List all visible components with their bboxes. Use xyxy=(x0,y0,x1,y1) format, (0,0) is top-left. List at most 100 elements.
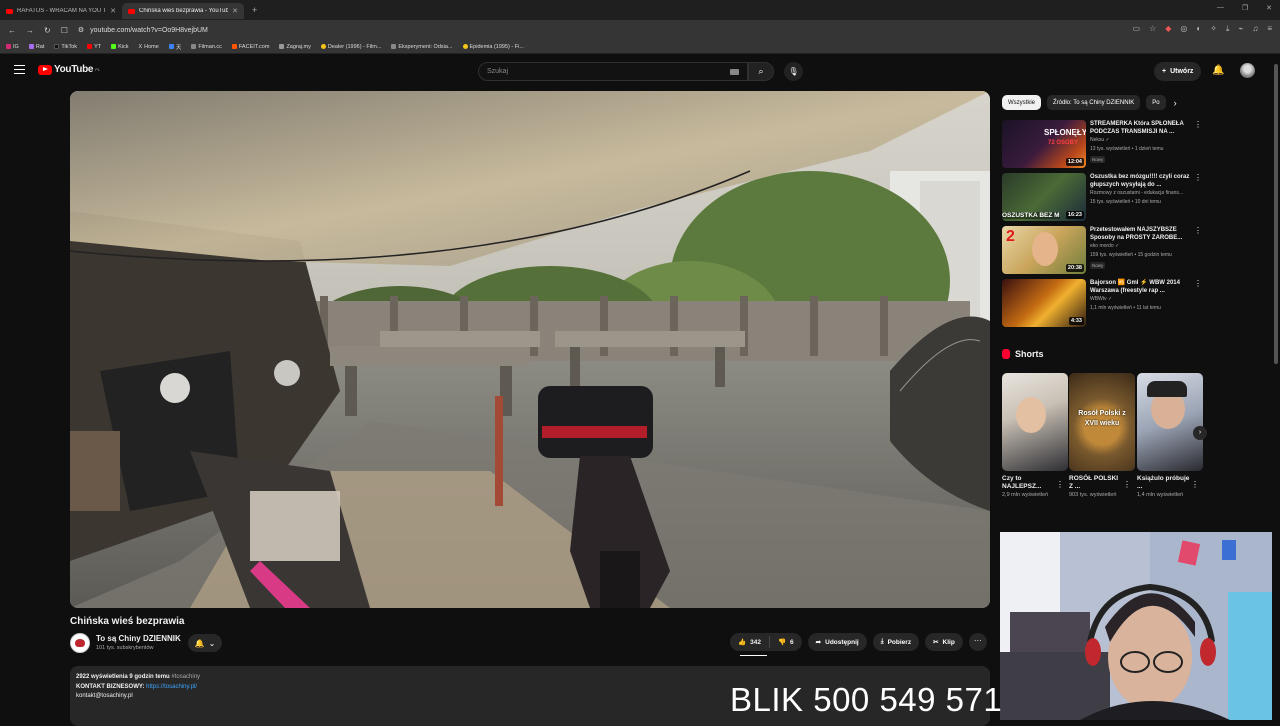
chevron-right-icon[interactable]: › xyxy=(1174,98,1177,108)
bookmark-item[interactable]: IG xyxy=(6,44,19,50)
bookmark-item[interactable]: YT xyxy=(87,44,101,50)
menu-icon[interactable]: ≡ xyxy=(1267,24,1272,34)
hamburger-menu-icon[interactable] xyxy=(14,65,25,74)
hashtag-link[interactable]: #tosachiny xyxy=(171,674,200,680)
youtube-logo[interactable]: YouTube PL xyxy=(38,64,100,75)
chip-source[interactable]: Źródło: To są Chiny DZIENNIK xyxy=(1047,95,1141,110)
share-button[interactable]: ➦ Udostępnij xyxy=(807,633,867,651)
search-icon: ⌕ xyxy=(758,66,764,76)
channel-name[interactable]: To są Chiny DZIENNIK xyxy=(96,634,181,643)
recommendation-item[interactable]: 2 20:38 Przetestowałem NAJSZYBSZE Sposob… xyxy=(1002,226,1202,274)
star-icon[interactable]: ☆ xyxy=(1149,24,1156,34)
youtube-header: YouTube PL Szukaj ⌕ 🎙 + Utwórz 🔔 xyxy=(0,56,1280,88)
minimize-icon[interactable]: — xyxy=(1217,4,1224,12)
website-link[interactable]: https://tosachiny.pl/ xyxy=(146,684,197,690)
bookmark-item[interactable]: Zagraj.my xyxy=(279,44,311,50)
create-button[interactable]: + Utwórz xyxy=(1154,62,1202,81)
short-item[interactable]: Czy to NAJLEPSZ... 2,9 mln wyświetleń ⋮ xyxy=(1002,373,1068,499)
site-icon xyxy=(391,44,397,49)
shorts-next-button[interactable]: › xyxy=(1193,426,1207,440)
site-info-icon[interactable]: ⚙ xyxy=(78,26,84,34)
puzzle-icon[interactable]: ✧ xyxy=(1210,24,1217,34)
more-actions-button[interactable]: ··· xyxy=(968,633,987,651)
cast-icon[interactable]: ▭ xyxy=(1133,24,1141,34)
more-options-icon[interactable]: ⋮ xyxy=(1123,480,1131,489)
bookmark-item[interactable]: 天 xyxy=(168,43,181,51)
link-icon[interactable]: ⌁ xyxy=(1239,24,1244,34)
download-icon[interactable]: ⤓ xyxy=(1226,24,1230,34)
playlist-icon[interactable]: ♫ xyxy=(1252,24,1258,34)
chip-related[interactable]: Po xyxy=(1146,95,1166,110)
more-options-icon[interactable]: ⋮ xyxy=(1194,173,1202,182)
recommendation-item[interactable]: SPŁONĘŁY 72 OSOBY 12:04 STREAMERKA Która… xyxy=(1002,120,1202,168)
thumbnail-text: OSZUSTKA BEZ M xyxy=(1002,212,1060,219)
plus-icon: + xyxy=(1162,68,1167,75)
channel-avatar[interactable] xyxy=(70,633,90,653)
search-button[interactable]: ⌕ xyxy=(748,62,774,81)
download-button[interactable]: ⤓ Pobierz xyxy=(872,633,920,651)
shorts-icon xyxy=(1002,349,1010,359)
back-icon[interactable]: ← xyxy=(8,26,16,35)
bookmark-page-icon[interactable]: ☐ xyxy=(61,26,68,35)
video-player[interactable] xyxy=(70,91,990,608)
close-tab-icon[interactable]: ✕ xyxy=(110,7,116,15)
thumbnail-text: 2 xyxy=(1006,228,1015,245)
bookmark-item[interactable]: FACEIT.com xyxy=(231,44,269,50)
account-avatar[interactable] xyxy=(1240,63,1255,78)
faceit-icon xyxy=(231,44,237,49)
recommendation-item[interactable]: OSZUSTKA BEZ M 16:23 Oszustka bez mózgu!… xyxy=(1002,173,1202,221)
youtube-icon xyxy=(87,44,93,49)
recommendation-item[interactable]: 4:33 Bajorson 🆚 Gml ⚡ WBW 2014 Warszawa … xyxy=(1002,279,1202,327)
new-tab-icon[interactable]: + xyxy=(252,5,257,15)
extension-icon[interactable]: ◐ xyxy=(1196,24,1201,34)
browser-tab-2[interactable]: Chińska wieś bezprawia - YouTube ✕ xyxy=(122,3,244,19)
close-tab-icon[interactable]: ✕ xyxy=(232,7,238,15)
subscriber-count: 101 tys. subskrybentów xyxy=(96,645,154,651)
like-dislike-group: 👍 342 👎 6 xyxy=(730,633,802,651)
voice-search-button[interactable]: 🎙 xyxy=(784,62,803,81)
page-scrollbar[interactable] xyxy=(1272,56,1280,532)
video-thumbnail: OSZUSTKA BEZ M 16:23 xyxy=(1002,173,1086,221)
more-options-icon[interactable]: ⋮ xyxy=(1191,480,1199,489)
more-options-icon[interactable]: ⋮ xyxy=(1194,279,1202,288)
close-window-icon[interactable]: ✕ xyxy=(1266,4,1272,12)
brave-shield-icon[interactable]: ◆ xyxy=(1165,24,1171,34)
like-button[interactable]: 👍 342 xyxy=(730,633,769,651)
dislike-button[interactable]: 👎 6 xyxy=(770,633,802,651)
short-item[interactable]: Rosół Polski z XVII wieku ROSÓŁ POLSKI Z… xyxy=(1069,373,1135,499)
bookmark-item[interactable]: Dealer (1996) - Film... xyxy=(320,44,381,50)
more-options-icon[interactable]: ⋮ xyxy=(1194,120,1202,129)
maximize-icon[interactable]: ❐ xyxy=(1242,4,1248,12)
subscription-bell-button[interactable]: 🔔 ⌄ xyxy=(188,634,222,652)
zagraj-icon xyxy=(279,44,285,49)
bookmark-item[interactable]: TikTok xyxy=(54,44,77,50)
keyboard-icon[interactable] xyxy=(730,69,739,75)
recommendation-meta: 1,1 mln wyświetleń • 11 lat temu xyxy=(1090,305,1161,311)
more-options-icon[interactable]: ⋮ xyxy=(1194,226,1202,235)
scrollbar-thumb[interactable] xyxy=(1274,64,1278,364)
thumbnail-text: Rosół Polski z XVII wieku xyxy=(1078,410,1126,427)
bookmark-item[interactable]: Eksperyment: Odsia... xyxy=(391,44,453,50)
forward-icon[interactable]: → xyxy=(26,26,34,35)
extension-icon[interactable]: ◎ xyxy=(1180,24,1187,34)
bookmark-item[interactable]: Rat xyxy=(28,44,44,50)
clip-button[interactable]: ✂ Klip xyxy=(925,633,963,651)
notifications-bell-icon[interactable]: 🔔 xyxy=(1212,65,1224,76)
chip-all[interactable]: Wszystkie xyxy=(1002,95,1041,110)
browser-tab-1[interactable]: RAFATUS - WRACAM NA YOU TUBE ✕ xyxy=(0,3,122,19)
face-image xyxy=(1016,397,1046,433)
reload-icon[interactable]: ↻ xyxy=(44,26,51,35)
imdb-icon xyxy=(320,44,326,49)
url-field[interactable]: youtube.com/watch?v=Oo9H8vejbUM xyxy=(90,27,208,34)
search-input[interactable]: Szukaj xyxy=(478,62,748,81)
bookmark-item[interactable]: Epidemia (1995) - Fi... xyxy=(462,44,524,50)
browser-tab-bar: RAFATUS - WRACAM NA YOU TUBE ✕ Chińska w… xyxy=(0,0,1280,20)
instagram-icon xyxy=(6,44,11,49)
recommendation-channel: eko mordo ✓ xyxy=(1090,243,1120,249)
contact-label: KONTAKT BIZNESOWY: xyxy=(76,683,145,690)
bookmark-item[interactable]: Kick xyxy=(111,44,128,50)
extensions-toolbar: ▭ ☆ ◆ ◎ ◐ ✧ ⤓ ⌁ ♫ ≡ xyxy=(1133,24,1272,34)
bookmark-item[interactable]: Filman.cc xyxy=(191,44,222,50)
more-options-icon[interactable]: ⋮ xyxy=(1056,480,1064,489)
bookmark-item[interactable]: X Home xyxy=(138,44,158,50)
